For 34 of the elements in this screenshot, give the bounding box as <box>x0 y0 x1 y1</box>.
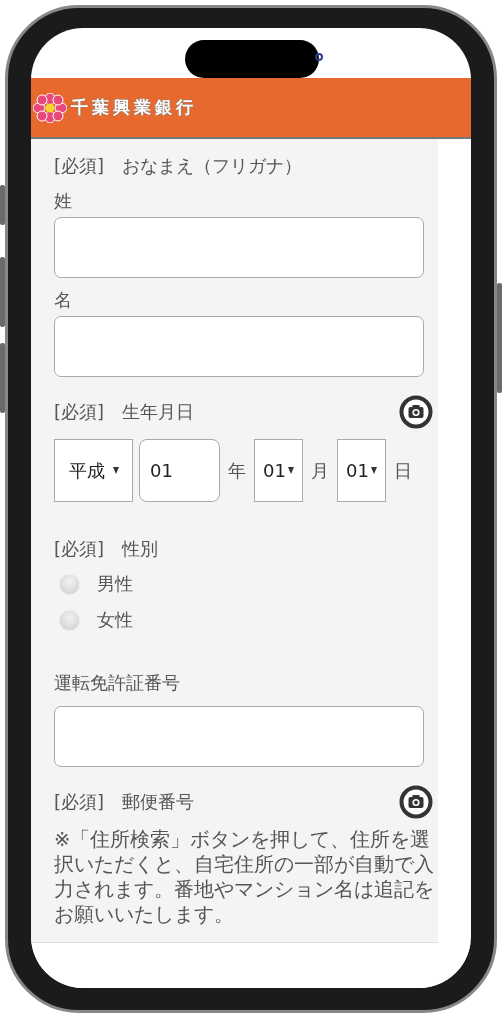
required-label: [必須] <box>54 537 105 561</box>
radio-button[interactable] <box>60 574 79 594</box>
text-field[interactable] <box>54 706 424 767</box>
required-label: [必須] <box>54 400 105 424</box>
section-title: おなまえ（フリガナ） <box>122 154 303 178</box>
section-title: 郵便番号 <box>122 790 195 814</box>
unit-label: 年 <box>227 458 247 483</box>
flower-icon <box>33 92 67 123</box>
lens-icon <box>315 53 323 61</box>
field-label: 名 <box>54 288 73 312</box>
era-dropdown[interactable]: 平成 <box>54 439 133 502</box>
option-label: 男性 <box>97 572 133 596</box>
caret-icon <box>112 467 119 474</box>
text-field[interactable] <box>54 217 424 278</box>
note-text: ※「住所検索」ボタンを押して、住所を選択いただくと、自宅住所の一部が自動で入力されます。番地やマンション名は追記をお願いいたします。 <box>54 827 435 927</box>
bank-logo-text: 千葉興業銀行 <box>71 96 197 119</box>
section-title: 性別 <box>122 537 159 561</box>
camera-icon[interactable] <box>399 785 433 819</box>
day-dropdown[interactable]: 01 <box>337 439 386 502</box>
month-dropdown[interactable]: 01 <box>254 439 303 502</box>
required-label: [必須] <box>54 154 105 178</box>
option-label: 女性 <box>97 608 133 632</box>
caret-icon <box>370 467 377 474</box>
section-title: 運転免許証番号 <box>54 671 180 695</box>
year-field[interactable]: 01 <box>139 439 220 502</box>
radio-button[interactable] <box>60 610 79 630</box>
section-title: 生年月日 <box>122 400 195 424</box>
required-label: [必須] <box>54 790 105 814</box>
unit-label: 月 <box>310 458 330 483</box>
unit-label: 日 <box>393 458 413 483</box>
text-field[interactable] <box>54 316 424 377</box>
camera-icon[interactable] <box>399 395 433 429</box>
caret-icon <box>287 467 294 474</box>
field-label: 姓 <box>54 189 73 213</box>
